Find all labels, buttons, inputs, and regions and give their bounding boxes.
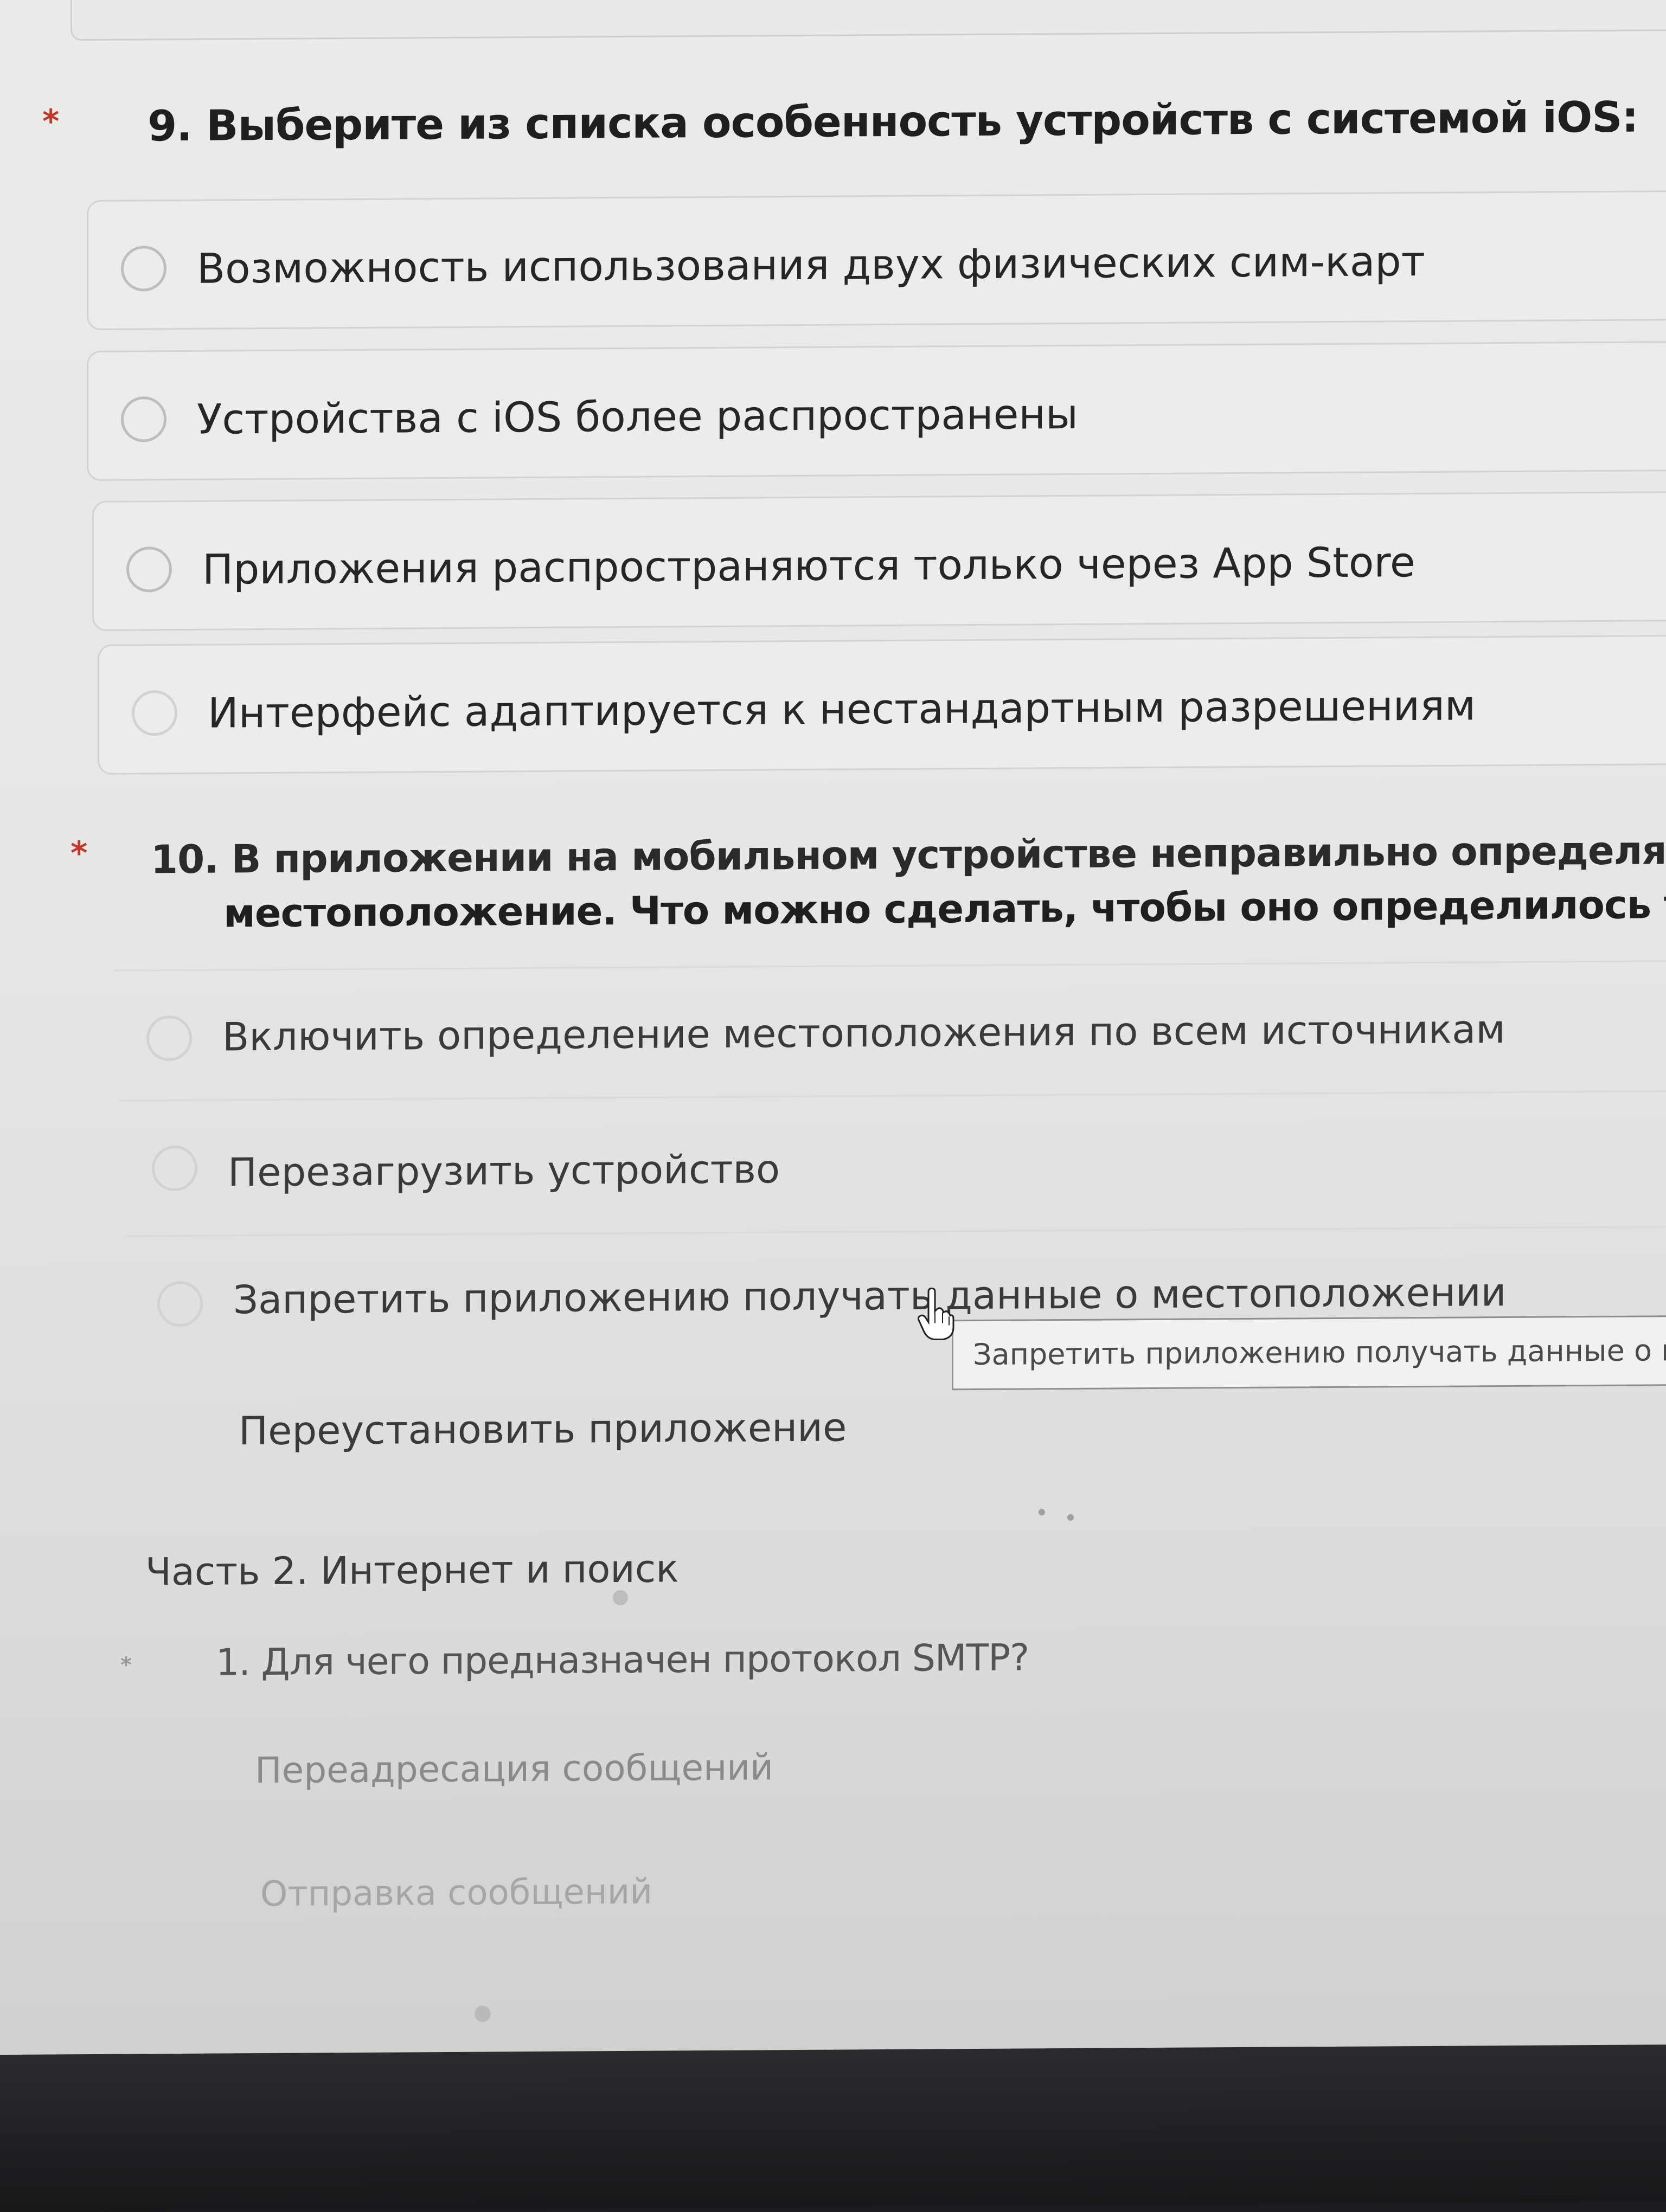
q9-option-1[interactable]: Возможность использования двух физически…: [87, 190, 1666, 331]
dust-speck: [613, 1590, 628, 1606]
option-label: Устройства с iOS более распространены: [197, 389, 1079, 443]
q9-option-3[interactable]: Приложения распространяются только через…: [92, 491, 1666, 631]
question-9-title: 9. Выберите из списка особенность устрой…: [148, 93, 1638, 151]
option-label: Приложения распространяются только через…: [202, 538, 1415, 594]
dust-speck: [1039, 1509, 1045, 1516]
option-label: Возможность использования двух физически…: [197, 236, 1425, 293]
option-label: Перезагрузить устройство: [228, 1146, 780, 1195]
question-10-title-line2: местоположение. Что можно сделать, чтобы…: [223, 880, 1666, 936]
dust-speck: [475, 2005, 491, 2022]
option-label: Включить определение местоположения по в…: [222, 1006, 1505, 1060]
section-title: Часть 2. Интернет и поиск: [145, 1546, 679, 1594]
option-label: Запретить приложению получать данные о м…: [233, 1269, 1507, 1323]
radio-button[interactable]: [121, 246, 166, 292]
q9-option-2[interactable]: Устройства с iOS более распространены: [87, 340, 1666, 481]
part2-question-1-title: 1. Для чего предназначен протокол SMTP?: [216, 1636, 1029, 1684]
required-asterisk: *: [120, 1652, 132, 1678]
radio-button[interactable]: [126, 546, 172, 593]
option-label: Переадресация сообщений: [255, 1746, 774, 1792]
q10-option-1[interactable]: Включить определение местоположения по в…: [114, 960, 1666, 1095]
required-asterisk: *: [71, 834, 88, 873]
p2-q1-option-1[interactable]: Переадресация сообщений: [146, 1714, 1666, 1848]
option-label: Интерфейс адаптируется к нестандартным р…: [208, 681, 1476, 737]
screen: * 9. Выберите из списка особенность устр…: [0, 0, 1666, 2104]
option-label: Переустановить приложение: [239, 1404, 847, 1454]
dust-speck: [1067, 1514, 1074, 1521]
q10-option-2[interactable]: Перезагрузить устройство: [119, 1090, 1666, 1225]
radio-button[interactable]: [132, 690, 177, 736]
option-label: Отправка сообщений: [260, 1872, 652, 1915]
radio-button[interactable]: [157, 1281, 203, 1327]
laptop-bezel: [0, 2044, 1666, 2212]
tooltip-text: Запретить приложению получать данные о м…: [973, 1333, 1666, 1372]
q9-option-4[interactable]: Интерфейс адаптируется к нестандартным р…: [98, 634, 1666, 775]
tooltip: Запретить приложению получать данные о м…: [952, 1315, 1666, 1391]
previous-question-card: [71, 0, 1666, 41]
question-10-title-line1: 10. В приложении на мобильном устройстве…: [151, 827, 1666, 883]
radio-button[interactable]: [121, 396, 166, 442]
radio-button[interactable]: [146, 1015, 192, 1062]
hand-cursor-icon: [918, 1288, 954, 1340]
required-asterisk: *: [42, 102, 60, 141]
p2-q1-option-2[interactable]: Отправка сообщений: [152, 1838, 1666, 1973]
radio-button[interactable]: [152, 1145, 197, 1192]
